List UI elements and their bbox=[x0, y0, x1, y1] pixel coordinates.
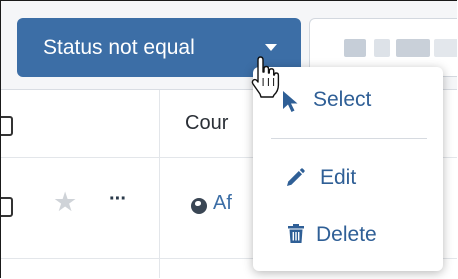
column-divider bbox=[159, 90, 160, 278]
trash-icon bbox=[288, 224, 304, 243]
country-cell[interactable]: Af bbox=[213, 192, 232, 215]
globe-icon bbox=[191, 198, 207, 214]
select-all-checkbox[interactable] bbox=[1, 116, 13, 136]
blurred-filter-text bbox=[434, 39, 457, 57]
row-checkbox[interactable] bbox=[1, 197, 13, 217]
column-header-country[interactable]: Cour bbox=[185, 112, 228, 135]
blurred-filter-text bbox=[374, 39, 390, 57]
blurred-filter-text bbox=[396, 39, 430, 57]
status-filter-label: Status not equal bbox=[43, 35, 195, 59]
pencil-icon bbox=[287, 168, 305, 186]
menu-item-delete[interactable]: Delete bbox=[316, 223, 377, 247]
hand-cursor-icon bbox=[251, 56, 280, 98]
menu-item-select[interactable]: Select bbox=[313, 88, 371, 112]
more-icon[interactable]: ··· bbox=[109, 189, 127, 209]
blurred-filter-text bbox=[344, 39, 366, 57]
menu-divider bbox=[271, 138, 427, 139]
pointer-icon bbox=[283, 91, 298, 112]
menu-item-edit[interactable]: Edit bbox=[320, 166, 356, 190]
star-icon[interactable]: ★ bbox=[53, 189, 77, 216]
chevron-down-icon[interactable] bbox=[265, 44, 277, 51]
